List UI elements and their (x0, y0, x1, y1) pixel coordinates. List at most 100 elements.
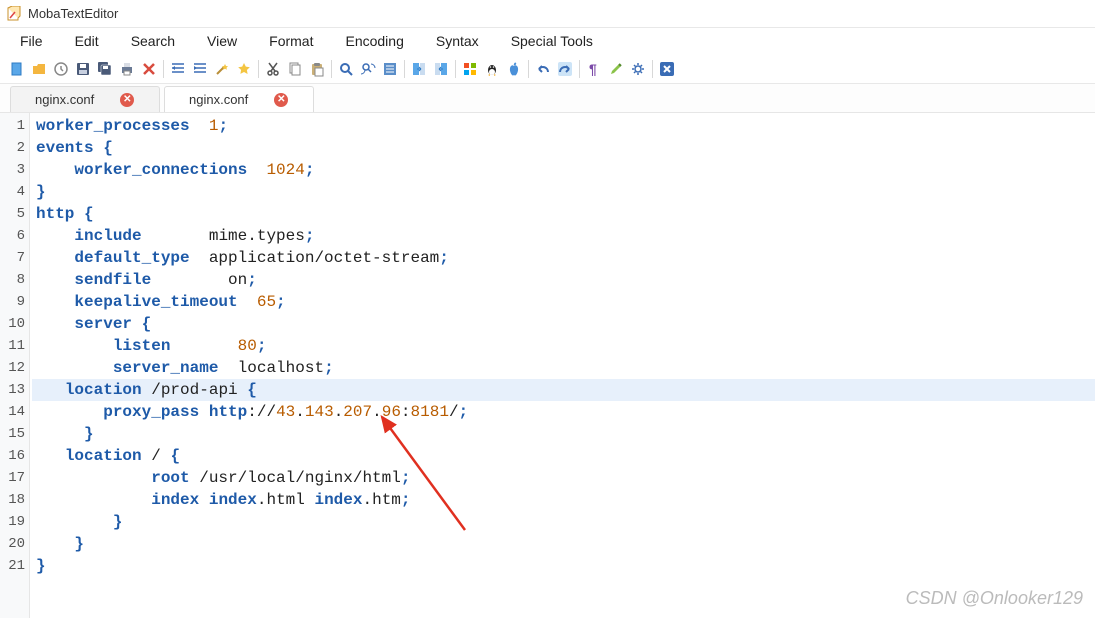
code-line[interactable]: } (32, 555, 1095, 577)
code-line[interactable]: } (32, 423, 1095, 445)
app-icon (6, 6, 22, 22)
line-number: 7 (0, 247, 25, 269)
gear-icon[interactable] (627, 58, 649, 80)
line-number: 12 (0, 357, 25, 379)
menu-file[interactable]: File (4, 30, 59, 52)
redo-icon[interactable] (554, 58, 576, 80)
tab-label: nginx.conf (189, 92, 248, 107)
line-number: 11 (0, 335, 25, 357)
compare-right-icon[interactable] (408, 58, 430, 80)
toolbar-separator (579, 60, 580, 78)
line-number: 4 (0, 181, 25, 203)
find-replace-icon[interactable] (357, 58, 379, 80)
tab-label: nginx.conf (35, 92, 94, 107)
toolbar-separator (652, 60, 653, 78)
line-number: 15 (0, 423, 25, 445)
code-line[interactable]: root /usr/local/nginx/html; (32, 467, 1095, 489)
undo-icon[interactable] (532, 58, 554, 80)
windows-icon[interactable] (459, 58, 481, 80)
line-number: 2 (0, 137, 25, 159)
xclose-icon[interactable] (656, 58, 678, 80)
code-line[interactable]: location /prod-api { (32, 379, 1095, 401)
paste-icon[interactable] (306, 58, 328, 80)
star-wand-icon[interactable] (211, 58, 233, 80)
menu-tools[interactable]: Special Tools (495, 30, 609, 52)
code-line[interactable]: server_name localhost; (32, 357, 1095, 379)
code-line[interactable]: http { (32, 203, 1095, 225)
new-file-icon[interactable] (6, 58, 28, 80)
menu-syntax[interactable]: Syntax (420, 30, 495, 52)
menu-encoding[interactable]: Encoding (329, 30, 419, 52)
line-number: 6 (0, 225, 25, 247)
line-number: 14 (0, 401, 25, 423)
linux-icon[interactable] (481, 58, 503, 80)
code-area[interactable]: worker_processes 1;events { worker_conne… (30, 113, 1095, 618)
code-line[interactable]: index index.html index.htm; (32, 489, 1095, 511)
line-number: 3 (0, 159, 25, 181)
app-title: MobaTextEditor (28, 6, 118, 21)
toolbar-separator (404, 60, 405, 78)
code-line[interactable]: events { (32, 137, 1095, 159)
menubar: File Edit Search View Format Encoding Sy… (0, 28, 1095, 54)
code-line[interactable]: listen 80; (32, 335, 1095, 357)
close-icon[interactable]: ✕ (120, 93, 134, 107)
apple-icon[interactable] (503, 58, 525, 80)
menu-format[interactable]: Format (253, 30, 329, 52)
close-file-icon[interactable] (138, 58, 160, 80)
line-number: 10 (0, 313, 25, 335)
code-line[interactable]: worker_processes 1; (32, 115, 1095, 137)
code-line[interactable]: default_type application/octet-stream; (32, 247, 1095, 269)
editor[interactable]: 123456789101112131415161718192021 worker… (0, 113, 1095, 618)
tab-nginx-conf-1[interactable]: nginx.conf ✕ (10, 86, 160, 112)
recent-icon[interactable] (50, 58, 72, 80)
code-line[interactable]: keepalive_timeout 65; (32, 291, 1095, 313)
copy-icon[interactable] (284, 58, 306, 80)
line-number: 18 (0, 489, 25, 511)
close-icon[interactable]: ✕ (274, 93, 288, 107)
line-number: 8 (0, 269, 25, 291)
star-icon[interactable] (233, 58, 255, 80)
code-line[interactable]: proxy_pass http://43.143.207.96:8181/; (32, 401, 1095, 423)
outdent-icon[interactable] (189, 58, 211, 80)
save-all-icon[interactable] (94, 58, 116, 80)
line-number: 17 (0, 467, 25, 489)
code-line[interactable]: sendfile on; (32, 269, 1095, 291)
code-line[interactable]: server { (32, 313, 1095, 335)
line-number: 16 (0, 445, 25, 467)
line-number: 21 (0, 555, 25, 577)
open-folder-icon[interactable] (28, 58, 50, 80)
code-line[interactable]: location / { (32, 445, 1095, 467)
code-line[interactable]: } (32, 533, 1095, 555)
code-line[interactable]: } (32, 511, 1095, 533)
indent-icon[interactable] (167, 58, 189, 80)
toolbar-separator (455, 60, 456, 78)
code-line[interactable]: include mime.types; (32, 225, 1095, 247)
toolbar: ¶ (0, 54, 1095, 84)
menu-view[interactable]: View (191, 30, 253, 52)
line-number: 19 (0, 511, 25, 533)
paragraph-icon[interactable]: ¶ (583, 58, 605, 80)
menu-search[interactable]: Search (115, 30, 191, 52)
line-number: 5 (0, 203, 25, 225)
toolbar-separator (258, 60, 259, 78)
print-icon[interactable] (116, 58, 138, 80)
list-icon[interactable] (379, 58, 401, 80)
line-number: 20 (0, 533, 25, 555)
code-line[interactable]: worker_connections 1024; (32, 159, 1095, 181)
tabbar: nginx.conf ✕ nginx.conf ✕ (0, 84, 1095, 112)
pencil-icon[interactable] (605, 58, 627, 80)
line-number: 9 (0, 291, 25, 313)
save-icon[interactable] (72, 58, 94, 80)
toolbar-separator (528, 60, 529, 78)
titlebar: MobaTextEditor (0, 0, 1095, 28)
code-line[interactable]: } (32, 181, 1095, 203)
toolbar-separator (331, 60, 332, 78)
menu-edit[interactable]: Edit (59, 30, 115, 52)
compare-left-icon[interactable] (430, 58, 452, 80)
cut-icon[interactable] (262, 58, 284, 80)
svg-text:¶: ¶ (589, 61, 597, 77)
line-number: 1 (0, 115, 25, 137)
find-icon[interactable] (335, 58, 357, 80)
gutter: 123456789101112131415161718192021 (0, 113, 30, 618)
tab-nginx-conf-2[interactable]: nginx.conf ✕ (164, 86, 314, 112)
